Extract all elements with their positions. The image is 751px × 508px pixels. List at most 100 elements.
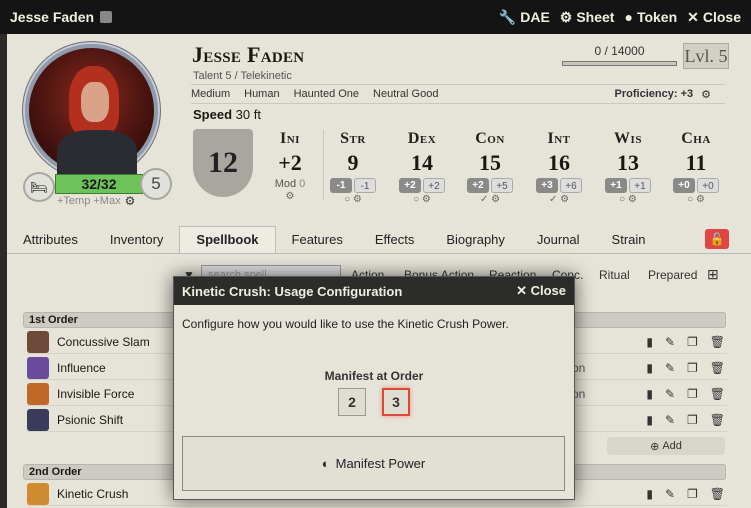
dialog-body: Configure how you would like to use the … xyxy=(174,305,574,343)
initiative-value[interactable]: +2 xyxy=(262,150,318,176)
add-spell-button[interactable]: ⊕ Add xyxy=(607,437,725,455)
row-actions: ▮ ✎ ❐ 🗑 xyxy=(646,361,725,375)
trash-icon[interactable]: 🗑 xyxy=(710,361,725,375)
character-name: Jesse Faden xyxy=(192,42,305,67)
filter-prepared[interactable]: Prepared xyxy=(648,268,697,282)
trash-icon[interactable]: 🗑 xyxy=(710,387,725,401)
manifest-power-button[interactable]: ◐ Manifest Power xyxy=(182,436,565,491)
rest-bed-icon[interactable]: 🛏 xyxy=(23,172,55,202)
sheet-tabs: Attributes Inventory Spellbook Features … xyxy=(7,226,751,254)
character-details: Medium Human Haunted One Neutral Good Pr… xyxy=(191,84,725,104)
bookmark-icon[interactable]: ▮ xyxy=(646,413,653,427)
proficiency-check-icon[interactable]: ✓ ⚙ xyxy=(528,194,590,206)
manifest-order-label: Manifest at Order xyxy=(324,369,424,383)
gear-icon[interactable]: ⚙ xyxy=(125,194,136,208)
tab-biography[interactable]: Biography xyxy=(430,232,521,253)
token-button[interactable]: ● Token xyxy=(624,9,677,25)
proficiency-toggle-icon[interactable]: ○ ⚙ xyxy=(391,194,453,206)
bookmark-icon[interactable]: ▮ xyxy=(646,387,653,401)
ability-dex: Dex 14 +2 +2 ○ ⚙ xyxy=(391,128,453,206)
detail-alignment[interactable]: Neutral Good xyxy=(373,88,438,100)
power-icon: ◐ xyxy=(321,456,330,471)
detail-size[interactable]: Medium xyxy=(191,88,230,100)
proficiency: Proficiency: +3 xyxy=(614,88,694,100)
window-titlebar: Jesse Faden 🔧 DAE ⚙ Sheet ● Token ✕ Close xyxy=(0,0,751,34)
close-icon: ✕ xyxy=(516,283,531,298)
plus-icon: ⊕ xyxy=(650,440,663,453)
xp-bar xyxy=(562,61,677,66)
copy-icon[interactable]: ❐ xyxy=(687,335,698,349)
ability-str: Str 9 -1 -1 ○ ⚙ xyxy=(322,128,384,206)
detail-background[interactable]: Haunted One xyxy=(294,88,359,100)
ability-int: Int 16 +3 +6 ✓ ⚙ xyxy=(528,128,590,206)
copy-icon[interactable]: ❐ xyxy=(687,413,698,427)
edit-icon[interactable]: ✎ xyxy=(665,361,675,375)
dialog-text: Configure how you would like to use the … xyxy=(182,317,509,331)
order-option-2[interactable]: 2 xyxy=(338,388,366,416)
spell-icon xyxy=(27,356,49,379)
edit-icon[interactable]: ✎ xyxy=(665,335,675,349)
edit-icon[interactable]: ✎ xyxy=(665,413,675,427)
proficiency-toggle-icon[interactable]: ○ ⚙ xyxy=(665,194,727,206)
armor-class-shield[interactable]: 12 xyxy=(193,129,253,197)
spell-icon xyxy=(27,482,49,505)
bookmark-icon[interactable]: ▮ xyxy=(646,335,653,349)
hp-temp-max[interactable]: +Temp +Max ⚙ xyxy=(57,194,135,208)
tab-spellbook[interactable]: Spellbook xyxy=(179,226,276,253)
ability-con: Con 15 +2 +5 ✓ ⚙ xyxy=(459,128,521,206)
bookmark-icon[interactable]: ▮ xyxy=(646,487,653,501)
row-actions: ▮ ✎ ❐ 🗑 xyxy=(646,335,725,349)
filter-ritual[interactable]: Ritual xyxy=(599,268,630,282)
tab-strain[interactable]: Strain xyxy=(596,232,662,253)
close-icon: ✕ xyxy=(687,8,699,25)
trash-icon[interactable]: 🗑 xyxy=(710,413,725,427)
close-window-button[interactable]: ✕ Close xyxy=(687,9,741,26)
trash-icon[interactable]: 🗑 xyxy=(710,335,725,349)
dialog-header: Kinetic Crush: Usage Configuration ✕ Clo… xyxy=(174,277,574,305)
window-title-group: Jesse Faden xyxy=(10,9,113,25)
row-actions: ▮ ✎ ❐ 🗑 xyxy=(646,387,725,401)
bookmark-icon[interactable]: ▮ xyxy=(646,361,653,375)
spell-icon xyxy=(27,408,49,431)
edit-icon[interactable]: ✎ xyxy=(665,387,675,401)
document-id-icon[interactable] xyxy=(100,11,113,23)
wrench-icon: 🔧 xyxy=(498,8,517,25)
tab-journal[interactable]: Journal xyxy=(521,232,596,253)
window-controls: 🔧 DAE ⚙ Sheet ● Token ✕ Close xyxy=(499,9,741,26)
tab-inventory[interactable]: Inventory xyxy=(94,232,179,253)
row-actions: ▮ ✎ ❐ 🗑 xyxy=(646,487,725,501)
proficiency-check-icon[interactable]: ✓ ⚙ xyxy=(459,194,521,206)
hit-dice[interactable]: 5 xyxy=(140,168,172,200)
copy-icon[interactable]: ❐ xyxy=(687,361,698,375)
tab-effects[interactable]: Effects xyxy=(359,232,431,253)
trash-icon[interactable]: 🗑 xyxy=(710,487,725,501)
ability-wis: Wis 13 +1 +1 ○ ⚙ xyxy=(597,128,659,206)
hp-bar[interactable]: 32/32 xyxy=(55,174,143,194)
lock-icon[interactable]: 🔓 xyxy=(705,229,729,249)
grid-view-icon[interactable]: ⊞ xyxy=(707,266,719,283)
speed: Speed 30 ft xyxy=(193,107,261,122)
gear-icon[interactable]: ⚙ xyxy=(701,88,711,101)
sheet-button[interactable]: ⚙ Sheet xyxy=(560,9,615,26)
portrait-face xyxy=(81,82,109,122)
tab-attributes[interactable]: Attributes xyxy=(7,232,94,253)
detail-race[interactable]: Human xyxy=(244,88,279,100)
initiative: Ini +2 Mod 0 ⚙ xyxy=(262,128,318,203)
dae-button[interactable]: 🔧 DAE xyxy=(499,9,550,26)
tab-features[interactable]: Features xyxy=(276,232,359,253)
proficiency-toggle-icon[interactable]: ○ ⚙ xyxy=(597,194,659,206)
spell-icon xyxy=(27,330,49,353)
dialog-title: Kinetic Crush: Usage Configuration xyxy=(182,283,403,299)
copy-icon[interactable]: ❐ xyxy=(687,387,698,401)
copy-icon[interactable]: ❐ xyxy=(687,487,698,501)
gear-icon: ⚙ xyxy=(559,8,573,25)
level-badge: Lvl. 5 xyxy=(683,43,729,69)
order-option-3[interactable]: 3 xyxy=(382,388,410,416)
gear-icon[interactable]: ⚙ xyxy=(262,191,318,203)
edit-icon[interactable]: ✎ xyxy=(665,487,675,501)
character-portrait[interactable] xyxy=(25,44,158,180)
dialog-close-button[interactable]: ✕ Close xyxy=(516,283,566,299)
proficiency-toggle-icon[interactable]: ○ ⚙ xyxy=(322,194,384,206)
xp-value[interactable]: 0 / 14000 xyxy=(562,44,677,58)
initiative-mod: Mod 0 xyxy=(274,178,306,190)
